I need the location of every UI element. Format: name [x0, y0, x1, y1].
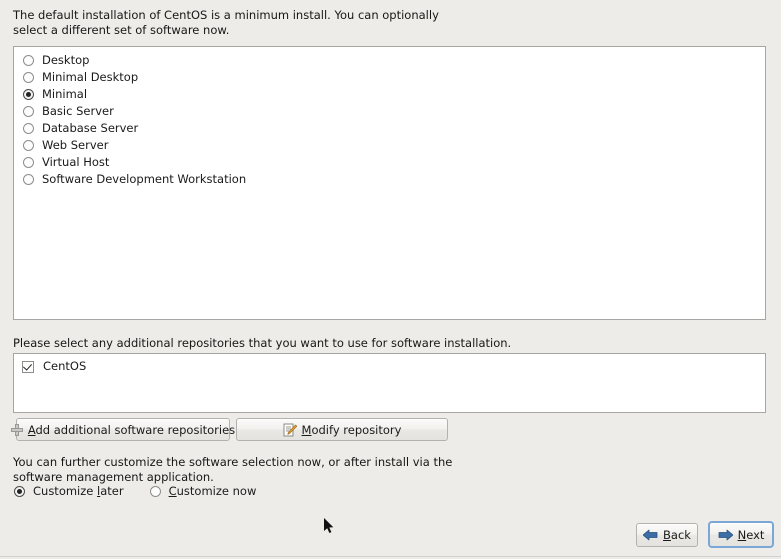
plus-icon — [11, 424, 23, 436]
modify-repo-button-label: Modify repository — [302, 423, 402, 437]
arrow-left-icon — [643, 529, 658, 541]
software-set-list[interactable]: DesktopMinimal DesktopMinimalBasic Serve… — [13, 46, 766, 320]
add-additional-software-repositories-button[interactable]: Add additional software repositories — [16, 418, 230, 441]
document-pencil-icon — [283, 423, 297, 437]
next-button[interactable]: Next — [708, 521, 774, 548]
mouse-cursor — [324, 518, 336, 536]
software-set-option-label: Virtual Host — [42, 154, 109, 171]
repository-item[interactable]: CentOS — [14, 358, 765, 375]
software-set-option[interactable]: Basic Server — [14, 103, 765, 120]
software-set-option-label: Software Development Workstation — [42, 171, 246, 188]
radio-unselected-icon[interactable] — [23, 174, 34, 185]
radio-selected-icon[interactable] — [23, 89, 34, 100]
next-button-label: Next — [738, 528, 765, 542]
back-button-label: Back — [663, 528, 691, 542]
add-repo-button-label: Add additional software repositories — [28, 423, 235, 437]
repository-list[interactable]: CentOS — [13, 353, 766, 413]
customize-option[interactable]: Customize later — [14, 484, 124, 498]
software-set-option[interactable]: Minimal Desktop — [14, 69, 765, 86]
radio-unselected-icon[interactable] — [150, 486, 161, 497]
customize-option-label: Customize later — [33, 484, 124, 498]
arrow-right-icon — [718, 529, 733, 541]
radio-unselected-icon[interactable] — [23, 106, 34, 117]
software-set-option-label: Desktop — [42, 52, 89, 69]
customize-description: You can further customize the software s… — [13, 455, 463, 485]
radio-unselected-icon[interactable] — [23, 157, 34, 168]
customize-option-label: Customize now — [169, 484, 257, 498]
radio-unselected-icon[interactable] — [23, 140, 34, 151]
software-set-option-label: Minimal Desktop — [42, 69, 138, 86]
software-set-option-label: Web Server — [42, 137, 108, 154]
footer-divider — [0, 556, 781, 557]
modify-repository-button[interactable]: Modify repository — [236, 418, 448, 441]
repository-item-label: CentOS — [43, 358, 86, 375]
back-button[interactable]: Back — [636, 523, 698, 547]
customize-option[interactable]: Customize now — [150, 484, 257, 498]
radio-unselected-icon[interactable] — [23, 72, 34, 83]
installer-page: The default installation of CentOS is a … — [0, 0, 781, 559]
software-set-option-label: Database Server — [42, 120, 138, 137]
software-set-option[interactable]: Web Server — [14, 137, 765, 154]
customize-radio-group[interactable]: Customize later Customize now — [14, 484, 282, 498]
software-set-option-label: Minimal — [42, 86, 87, 103]
software-set-option[interactable]: Database Server — [14, 120, 765, 137]
radio-unselected-icon[interactable] — [23, 55, 34, 66]
software-set-option[interactable]: Virtual Host — [14, 154, 765, 171]
software-set-option[interactable]: Minimal — [14, 86, 765, 103]
radio-selected-icon[interactable] — [14, 486, 25, 497]
radio-unselected-icon[interactable] — [23, 123, 34, 134]
checkbox-checked-icon[interactable] — [22, 361, 34, 373]
software-set-option[interactable]: Desktop — [14, 52, 765, 69]
software-set-option-label: Basic Server — [42, 103, 114, 120]
software-set-option[interactable]: Software Development Workstation — [14, 171, 765, 188]
repositories-prompt: Please select any additional repositorie… — [13, 336, 511, 351]
intro-text: The default installation of CentOS is a … — [13, 8, 453, 38]
